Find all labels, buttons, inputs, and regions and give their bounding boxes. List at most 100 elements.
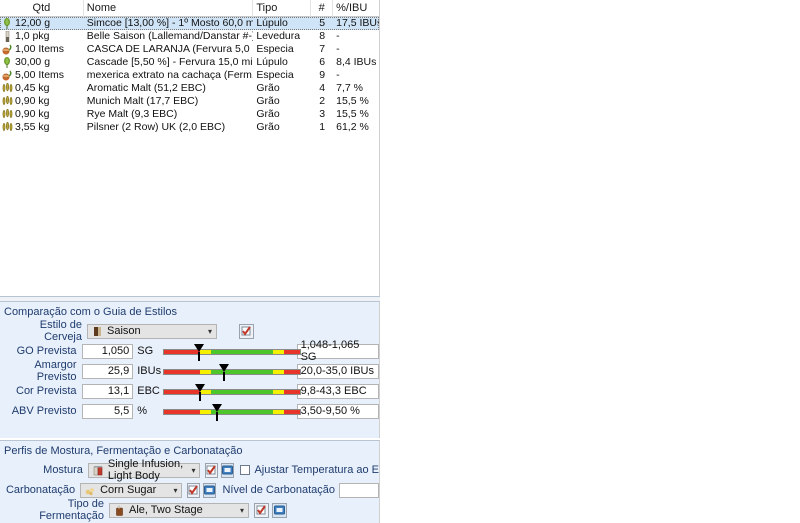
adjust-temp-checkbox[interactable] — [240, 465, 251, 475]
cell-tipo: Especia — [256, 43, 294, 55]
grain-icon — [2, 109, 13, 120]
mash-tun-icon — [93, 465, 104, 476]
metric-rows: GO Prevista 1,050 SG 1,048-1,065 SG Amargor … — [0, 339, 379, 421]
spice-icon — [2, 70, 13, 81]
cell-qtd: 0,90 kg — [0, 95, 84, 108]
metric-value-field[interactable]: 5,5 — [81, 403, 134, 419]
cell-qtd: 30,00 g — [0, 56, 84, 69]
yeast-icon — [2, 31, 13, 42]
qtd-text: 5,00 Items — [15, 69, 65, 81]
cell-number: 9 — [319, 69, 326, 81]
gauge-segment-high — [283, 369, 301, 374]
cell-number: 8 — [319, 30, 326, 42]
table-row[interactable]: 3,55 kg Pilsner (2 Row) UK (2,0 EBC) Grão 1… — [0, 121, 379, 134]
style-book-icon — [92, 326, 103, 337]
cell-nome: Cascade [5,50 %] - Fervura 15,0 min — [86, 56, 254, 68]
metric-value-field[interactable]: 1,050 — [81, 343, 134, 359]
cell-number: 6 — [319, 56, 326, 68]
column-header-tipo[interactable]: Tipo — [253, 0, 312, 17]
table-row[interactable]: 0,90 kg Munich Malt (17,7 EBC) Grão 2 15,5 % — [0, 95, 379, 108]
metric-range-field[interactable]: 3,50-9,50 % — [296, 403, 379, 419]
save-profile-button[interactable] — [203, 482, 217, 498]
profile-row: Mostura Single Infusion, Light Body ▾ Ajust… — [0, 458, 379, 482]
save-profile-button[interactable] — [272, 502, 287, 518]
hop-icon — [2, 18, 13, 29]
chevron-down-icon: ▾ — [207, 326, 212, 336]
table-row[interactable]: 5,00 Items mexerica extrato na cachaça (F… — [0, 69, 379, 82]
edit-profile-button[interactable] — [205, 462, 219, 478]
profile-dropdown[interactable]: Single Infusion, Light Body ▾ — [87, 458, 201, 482]
metric-gauge — [163, 363, 302, 381]
metric-value-field[interactable]: 13,1 — [81, 383, 134, 399]
table-row[interactable]: 12,00 g Simcoe [13,00 %] - 1º Mosto 60,0 … — [0, 17, 379, 30]
cell-qtd: 0,90 kg — [0, 108, 84, 121]
sugar-icon — [85, 485, 96, 496]
column-header-ibu[interactable]: %/IBU — [333, 0, 379, 17]
table-row[interactable]: 1,0 pkg Belle Saison (Lallemand/Danstar #… — [0, 30, 379, 43]
cell-number: 7 — [319, 43, 326, 55]
table-row[interactable]: 0,45 kg Aromatic Malt (51,2 EBC) Grão 4 7,7 … — [0, 82, 379, 95]
chevron-down-icon: ▾ — [173, 485, 178, 495]
profiles-title: Perfis de Mostura, Fermentação e Carbona… — [4, 445, 243, 457]
metric-unit: EBC — [137, 385, 160, 397]
cell-tipo: Grão — [256, 95, 280, 107]
edit-profile-button[interactable] — [187, 482, 201, 498]
profile-rows: Mostura Single Infusion, Light Body ▾ Ajust… — [0, 458, 379, 522]
profile-value: Single Infusion, Light Body — [107, 458, 184, 482]
gauge-bar — [163, 368, 302, 375]
cell-nome: CASCA DE LARANJA (Fervura 5,0 mins) — [86, 43, 254, 55]
gauge-segment-highmid — [273, 389, 284, 394]
style-comparison-panel: Comparação com o Guia de Estilos Estilo … — [0, 302, 380, 438]
table-row[interactable]: 1,00 Items CASCA DE LARANJA (Fervura 5,0 … — [0, 43, 379, 56]
metric-range-field[interactable]: 9,8-43,3 EBC — [296, 383, 379, 399]
cell-tipo: Grão — [256, 108, 280, 120]
metric-range-field[interactable]: 20,0-35,0 IBUs — [296, 363, 379, 379]
cell-qtd: 12,00 g — [0, 17, 84, 30]
gauge-marker — [194, 343, 205, 361]
cell-number: 4 — [319, 82, 326, 94]
table-row[interactable]: 30,00 g Cascade [5,50 %] - Fervura 15,0 m… — [0, 56, 379, 69]
beer-style-dropdown[interactable]: Saison ▾ — [87, 323, 217, 339]
profile-label: Mostura — [43, 464, 83, 476]
gauge-segment-highmid — [273, 349, 284, 354]
metric-gauge — [163, 343, 302, 361]
ingredients-grid[interactable]: Qtd Nome Tipo # %/IBU 12,00 g Simcoe [13,… — [0, 0, 380, 296]
chevron-down-icon: ▾ — [239, 505, 244, 515]
profile-dropdown[interactable]: Corn Sugar ▾ — [80, 482, 183, 498]
profile-label: Tipo de Fermentação — [39, 498, 104, 522]
save-profile-button[interactable] — [221, 462, 235, 478]
carb-level-field[interactable] — [339, 482, 379, 498]
cell-tipo: Grão — [256, 82, 280, 94]
cell-qtd: 0,45 kg — [0, 82, 84, 95]
profile-row: Tipo de Fermentação Ale, Two Stage ▾ — [0, 498, 379, 522]
gauge-segment-low — [164, 389, 200, 394]
qtd-text: 0,45 kg — [15, 82, 50, 94]
profile-dropdown[interactable]: Ale, Two Stage ▾ — [109, 502, 249, 518]
gauge-segment-low — [164, 369, 200, 374]
cell-ibu: 61,2 % — [336, 121, 369, 133]
cell-number: 1 — [319, 121, 326, 133]
hop-icon — [2, 57, 13, 68]
cell-tipo: Lúpulo — [256, 56, 288, 68]
profile-row: Carbonatação Corn Sugar ▾ Nível de Carbonat… — [0, 480, 379, 500]
cell-nome: Munich Malt (17,7 EBC) — [86, 95, 199, 107]
cell-ibu: 8,4 IBUs — [336, 56, 377, 68]
cell-ibu: - — [336, 43, 340, 55]
table-row[interactable]: 0,90 kg Rye Malt (9,3 EBC) Grão 3 15,5 % — [0, 108, 379, 121]
column-header-qtd[interactable]: Qtd — [0, 0, 84, 17]
profile-value: Ale, Two Stage — [129, 504, 203, 516]
gauge-marker — [218, 363, 229, 381]
metric-row: GO Prevista 1,050 SG 1,048-1,065 SG — [0, 339, 379, 363]
column-header-number[interactable]: # — [311, 0, 334, 17]
metric-value-field[interactable]: 25,9 — [81, 363, 134, 379]
metric-row: Cor Prevista 13,1 EBC 9,8-43,3 EBC — [0, 381, 379, 401]
grain-icon — [2, 122, 13, 133]
metric-range-field[interactable]: 1,048-1,065 SG — [296, 339, 379, 363]
gauge-segment-high — [283, 389, 301, 394]
grain-icon — [2, 83, 13, 94]
column-header-nome[interactable]: Nome — [84, 0, 254, 17]
cell-number: 2 — [319, 95, 326, 107]
cell-number: 3 — [319, 108, 326, 120]
edit-style-button[interactable] — [239, 323, 254, 339]
edit-profile-button[interactable] — [254, 502, 269, 518]
